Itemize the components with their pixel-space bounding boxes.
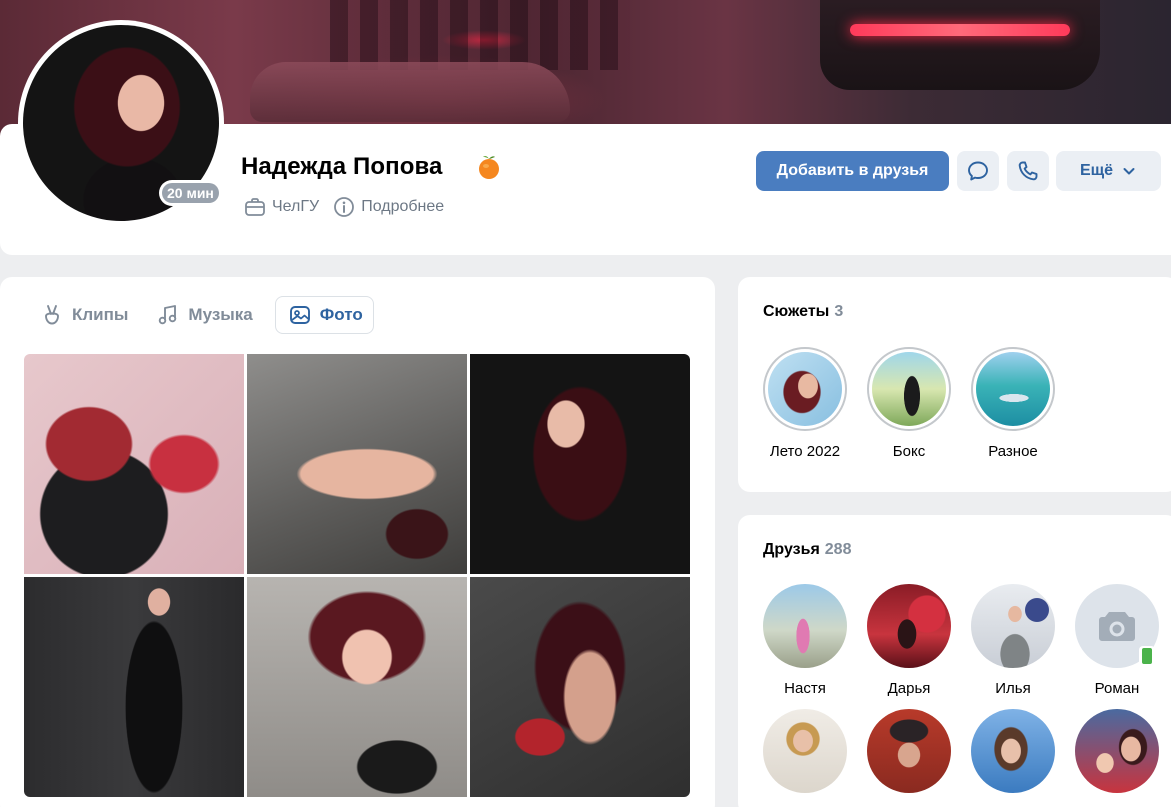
friend-item[interactable] [971, 709, 1055, 793]
phone-icon [1018, 161, 1038, 181]
info-icon [334, 197, 355, 217]
friend-name: Настя [784, 680, 826, 697]
story-item[interactable]: Лето 2022 [763, 347, 847, 460]
friend-avatar [763, 709, 847, 793]
university-label: ЧелГУ [272, 198, 320, 215]
friend-avatar [1075, 709, 1159, 793]
friend-avatar [867, 584, 951, 668]
clips-icon [45, 305, 59, 325]
stories-title[interactable]: Сюжеты 3 [763, 303, 843, 321]
media-tabs: Клипы Музыка Фото [36, 296, 394, 334]
cover-building [330, 0, 630, 70]
friend-item[interactable]: Илья [971, 584, 1055, 697]
story-item[interactable]: Разное [971, 347, 1055, 460]
stories-count: 3 [834, 303, 844, 320]
online-status-badge: 20 мин [159, 180, 222, 206]
friend-item[interactable]: Роман [1075, 584, 1159, 697]
photo-thumbnail[interactable] [470, 354, 690, 574]
friends-title[interactable]: Друзья 288 [763, 541, 851, 559]
photo-thumbnail[interactable] [247, 577, 467, 797]
friend-item[interactable]: Дарья [867, 584, 951, 697]
tab-clips-label: Клипы [72, 305, 129, 324]
add-friend-button[interactable]: Добавить в друзья [756, 151, 949, 191]
story-cover [763, 347, 847, 431]
friend-item[interactable] [763, 709, 847, 793]
friends-count: 288 [824, 541, 852, 558]
briefcase-icon [245, 198, 265, 216]
university-item[interactable]: ЧелГУ [244, 196, 319, 218]
mobile-online-icon [1139, 646, 1155, 666]
tab-photo-label: Фото [319, 305, 363, 324]
friend-avatar [971, 709, 1055, 793]
story-cover [867, 347, 951, 431]
message-button[interactable] [957, 151, 999, 191]
story-cover [971, 347, 1055, 431]
tangerine-icon[interactable] [478, 154, 500, 180]
photo-thumbnail[interactable] [247, 354, 467, 574]
friend-item[interactable] [1075, 709, 1159, 793]
friend-avatar [763, 584, 847, 668]
call-button[interactable] [1007, 151, 1049, 191]
friend-item[interactable] [867, 709, 951, 793]
photo-thumbnail[interactable] [24, 577, 244, 797]
friend-item[interactable]: Настя [763, 584, 847, 697]
tab-music-label: Музыка [188, 305, 253, 324]
profile-name: Надежда Попова [241, 153, 443, 180]
photo-icon [289, 306, 310, 324]
photo-thumbnail[interactable] [470, 577, 690, 797]
chevron-down-icon [1123, 168, 1135, 175]
story-label: Разное [988, 443, 1038, 460]
more-label: Ещё [1079, 162, 1114, 179]
friend-avatar [867, 709, 951, 793]
music-icon [159, 305, 177, 325]
friend-name: Илья [995, 680, 1031, 697]
cover-car-left [250, 62, 570, 122]
stories-title-text: Сюжеты [763, 303, 830, 320]
friend-name: Роман [1094, 680, 1140, 697]
friend-avatar [971, 584, 1055, 668]
details-label: Подробнее [361, 198, 445, 215]
story-label: Бокс [892, 443, 926, 460]
tab-music[interactable]: Музыка [152, 296, 256, 334]
cover-car-right [820, 0, 1100, 90]
more-button[interactable]: Ещё [1056, 151, 1161, 191]
friend-name: Дарья [887, 680, 931, 697]
tab-clips[interactable]: Клипы [36, 296, 132, 334]
story-item[interactable]: Бокс [867, 347, 951, 460]
friends-title-text: Друзья [763, 541, 820, 558]
online-status-text: 20 мин [162, 183, 219, 203]
story-label: Лето 2022 [769, 443, 841, 460]
photo-thumbnail[interactable] [24, 354, 244, 574]
message-icon [968, 161, 988, 181]
tab-photo[interactable]: Фото [274, 296, 374, 334]
details-link[interactable]: Подробнее [333, 196, 444, 218]
profile-meta: ЧелГУ Подробнее [244, 196, 458, 218]
